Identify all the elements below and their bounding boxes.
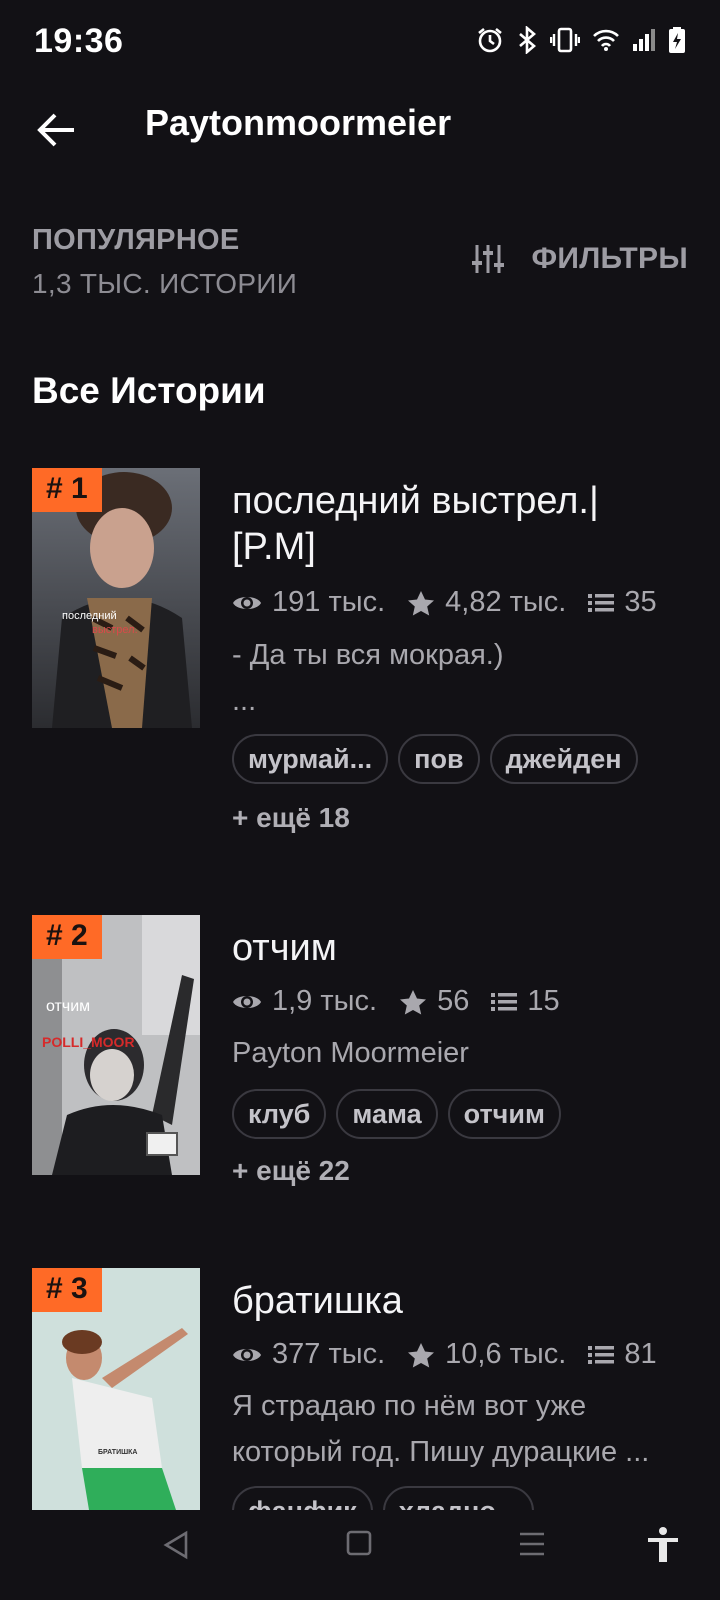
tag-chip[interactable]: клуб [232, 1089, 327, 1139]
story-item[interactable]: последний выстрел. # 1 последний выстрел… [0, 468, 720, 868]
list-icon [491, 992, 518, 1011]
story-cover[interactable]: отчим POLLI_MOOR # 2 [32, 915, 200, 1175]
story-title: отчим [232, 927, 337, 969]
reads-count: 377 тыс. [272, 1338, 386, 1370]
eye-icon [233, 995, 261, 1008]
story-title: последний выстрел.| [P.M] [232, 480, 599, 568]
story-cover[interactable]: последний выстрел. # 1 [32, 468, 200, 728]
votes-count: 10,6 тыс. [445, 1338, 567, 1370]
tag-list: фанфик хладно... [232, 1486, 535, 1510]
parts-stat: 81 [588, 1338, 657, 1371]
story-description: - Да ты вся мокрая.) [232, 639, 504, 671]
nav-recents-icon[interactable] [518, 1530, 546, 1558]
nav-back-icon[interactable] [162, 1530, 190, 1560]
tag-list: клуб мама отчим [232, 1089, 561, 1139]
reads-stat: 377 тыс. [232, 1338, 385, 1371]
alarm-icon [478, 27, 502, 53]
rank-badge: # 1 [32, 468, 102, 512]
eye-icon [233, 1348, 261, 1361]
tag-chip[interactable]: джейден [489, 734, 638, 784]
section-title: Все Истории [32, 370, 266, 411]
story-stats: 191 тыс. 4,82 тыс. 35 [232, 586, 679, 619]
parts-stat: 15 [491, 985, 560, 1018]
story-stats: 377 тыс. 10,6 тыс. 81 [232, 1338, 679, 1371]
accessibility-icon[interactable] [646, 1526, 680, 1564]
cover-text: БРАТИШКА [98, 1449, 137, 1456]
story-description-line2: который год. Пишу дурацкие ... [232, 1436, 650, 1468]
filters-button[interactable]: ФИЛЬТРЫ [471, 242, 688, 276]
vibrate-icon [550, 27, 580, 53]
back-button[interactable] [30, 104, 82, 156]
parts-count: 15 [527, 985, 560, 1017]
status-icons [476, 26, 686, 54]
tag-chip[interactable]: отчим [447, 1089, 561, 1139]
more-tags-link[interactable]: + ещё 18 [232, 802, 350, 834]
star-icon [408, 1342, 435, 1367]
reads-stat: 1,9 тыс. [232, 985, 377, 1018]
battery-icon [669, 27, 685, 53]
story-title: братишка [232, 1280, 403, 1322]
tag-chip[interactable]: фанфик [232, 1486, 373, 1510]
reads-count: 191 тыс. [272, 586, 386, 618]
sliders-icon [472, 245, 505, 273]
cover-text: отчим [46, 998, 90, 1015]
tag-chip[interactable]: пов [398, 734, 480, 784]
list-icon [588, 1345, 615, 1364]
tag-chip[interactable]: мама [336, 1089, 438, 1139]
status-bar: 19:36 [0, 0, 720, 84]
rank-badge: # 2 [32, 915, 102, 959]
status-time: 19:36 [34, 22, 124, 60]
eye-icon [233, 596, 261, 609]
parts-count: 35 [624, 586, 657, 618]
arrow-left-icon [37, 113, 74, 147]
signal-icon [633, 29, 655, 51]
votes-stat: 56 [399, 985, 469, 1018]
votes-stat: 10,6 тыс. [407, 1338, 566, 1371]
story-description: Я страдаю по нём вот уже [232, 1390, 587, 1422]
app-bar: Paytonmoormeier [0, 84, 720, 196]
filters-label: ФИЛЬТРЫ [531, 242, 688, 275]
list-icon [588, 593, 615, 612]
cover-text: последний [62, 610, 117, 622]
story-description-line2: ... [232, 685, 257, 717]
wifi-icon [593, 29, 619, 51]
parts-count: 81 [624, 1338, 657, 1370]
votes-stat: 4,82 тыс. [407, 586, 566, 619]
story-count: 1,3 ТЫС. ИСТОРИИ [32, 268, 298, 299]
more-tags-link[interactable]: + ещё 22 [232, 1155, 350, 1187]
nav-home-icon[interactable] [346, 1530, 372, 1556]
sort-title[interactable]: ПОПУЛЯРНОЕ [32, 224, 240, 257]
page-title: Paytonmoormeier [145, 102, 452, 143]
reads-count: 1,9 тыс. [272, 985, 378, 1017]
cover-text: POLLI_MOOR [42, 1034, 135, 1050]
tag-chip[interactable]: хладно... [382, 1486, 535, 1510]
star-icon [408, 590, 435, 615]
story-stats: 1,9 тыс. 56 15 [232, 985, 582, 1018]
story-description: Payton Moormeier [232, 1037, 469, 1069]
system-nav-bar [0, 1510, 720, 1600]
tag-list: мурмай... пов джейден [232, 734, 638, 784]
sort-filter-row: ПОПУЛЯРНОЕ 1,3 ТЫС. ИСТОРИИ ФИЛЬТРЫ [0, 220, 720, 310]
story-item[interactable]: отчим POLLI_MOOR # 2 отчим 1,9 тыс. 56 1… [0, 915, 720, 1235]
bluetooth-icon [519, 26, 536, 54]
cover-text: выстрел. [92, 624, 138, 636]
tag-chip[interactable]: мурмай... [232, 734, 389, 784]
star-icon [400, 989, 427, 1014]
story-cover[interactable]: БРАТИШКА # 3 [32, 1268, 200, 1510]
votes-count: 56 [437, 985, 470, 1017]
parts-stat: 35 [588, 586, 657, 619]
votes-count: 4,82 тыс. [445, 586, 567, 618]
rank-badge: # 3 [32, 1268, 102, 1312]
story-item[interactable]: БРАТИШКА # 3 братишка 377 тыс. 10,6 тыс.… [0, 1268, 720, 1510]
reads-stat: 191 тыс. [232, 586, 385, 619]
